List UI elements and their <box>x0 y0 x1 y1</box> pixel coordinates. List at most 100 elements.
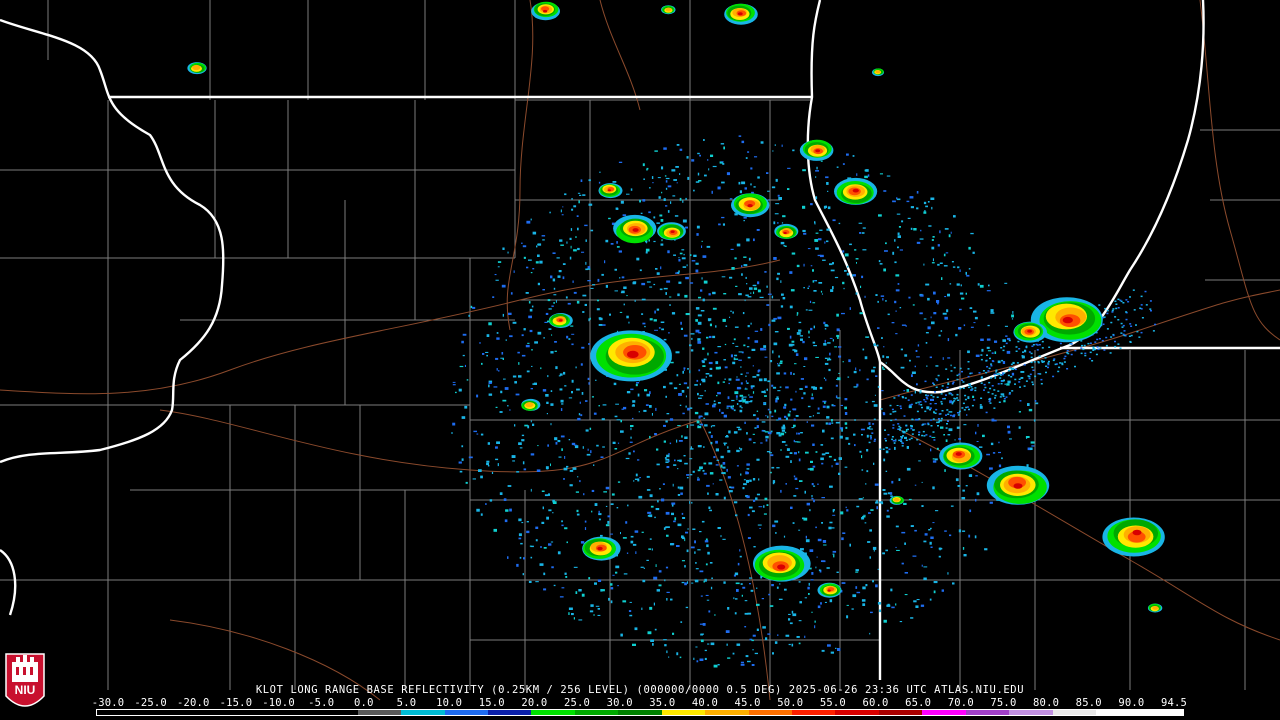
echo-pixel <box>910 206 914 209</box>
echo-pixel <box>672 195 676 197</box>
echo-pixel <box>791 252 796 255</box>
colorbar-tick-label: 60.0 <box>862 697 889 709</box>
echo-pixel <box>810 327 813 331</box>
echo-pixel <box>642 163 645 167</box>
echo-pixel <box>684 582 687 586</box>
echo-pixel <box>1066 352 1069 354</box>
echo-pixel <box>929 598 932 601</box>
echo-pixel <box>683 382 688 385</box>
echo-pixel <box>845 506 847 509</box>
echo-pixel <box>550 390 553 392</box>
colorbar-tick-labels: -30.0 -25.0 -20.0 -15.0 -10.0 -5.0 0.0 5.0 10.0 1… <box>0 697 1280 709</box>
echo-pixel <box>1092 346 1095 348</box>
echo-pixel <box>934 458 938 461</box>
echo-pixel <box>663 639 667 641</box>
echo-pixel <box>462 333 467 336</box>
echo-pixel <box>747 513 750 517</box>
echo-pixel <box>758 506 763 508</box>
echo-pixel <box>486 334 490 337</box>
echo-pixel <box>930 527 932 530</box>
echo-pixel <box>518 442 522 445</box>
echo-pixel <box>655 407 657 411</box>
echo-pixel <box>891 438 894 441</box>
echo-pixel <box>992 452 996 454</box>
echo-pixel <box>539 563 544 566</box>
echo-pixel <box>798 529 801 531</box>
echo-pixel <box>916 383 918 386</box>
echo-pixel <box>1011 372 1015 376</box>
echo-pixel <box>1026 464 1029 467</box>
echo-pixel <box>579 194 582 196</box>
echo-pixel <box>885 242 887 245</box>
echo-pixel <box>899 405 902 407</box>
echo-pixel <box>736 449 740 453</box>
echo-pixel <box>588 343 591 345</box>
echo-pixel <box>904 542 906 545</box>
echo-pixel <box>937 263 940 266</box>
echo-pixel <box>1014 368 1017 371</box>
echo-pixel <box>779 386 782 388</box>
echo-pixel <box>998 401 1001 403</box>
echo-pixel <box>644 325 646 328</box>
echo-pixel <box>750 292 752 294</box>
echo-pixel <box>787 167 791 169</box>
echo-pixel <box>853 274 856 277</box>
echo-pixel <box>562 206 564 208</box>
echo-pixel <box>769 605 774 607</box>
echo-pixel <box>751 191 754 194</box>
echo-pixel <box>653 283 656 286</box>
echo-pixel <box>900 366 905 369</box>
echo-pixel <box>754 652 758 655</box>
echo-pixel <box>753 291 755 294</box>
echo-pixel <box>719 479 723 481</box>
echo-pixel <box>642 322 646 325</box>
echo-pixel <box>616 507 619 509</box>
echo-pixel <box>891 436 894 438</box>
echo-pixel <box>637 478 640 482</box>
echo-pixel <box>746 468 750 470</box>
echo-pixel <box>792 149 795 152</box>
echo-pixel <box>855 367 857 371</box>
echo-pixel <box>494 274 497 276</box>
echo-pixel <box>809 467 814 471</box>
echo-pixel <box>703 580 705 583</box>
echo-pixel <box>1057 370 1060 373</box>
echo-pixel <box>679 486 684 490</box>
echo-pixel <box>732 652 735 655</box>
echo-pixel <box>699 383 701 386</box>
echo-pixel <box>905 424 908 427</box>
echo-pixel <box>935 510 939 512</box>
storm-cell <box>548 313 573 328</box>
colorbar-tick-label: -15.0 <box>219 697 253 709</box>
echo-pixel <box>813 345 817 347</box>
echo-pixel <box>846 509 849 512</box>
echo-pixel <box>961 379 964 381</box>
echo-pixel <box>868 512 871 514</box>
echo-pixel <box>539 260 543 264</box>
echo-pixel <box>824 328 827 330</box>
echo-pixel <box>1129 296 1131 298</box>
echo-pixel <box>806 421 808 423</box>
echo-pixel <box>900 440 903 442</box>
echo-pixel <box>946 386 949 389</box>
echo-pixel <box>745 387 747 389</box>
echo-pixel <box>740 373 743 375</box>
echo-pixel <box>561 520 563 523</box>
echo-pixel <box>1011 318 1014 320</box>
echo-pixel <box>601 418 605 421</box>
echo-pixel <box>488 382 492 384</box>
echo-pixel <box>858 498 863 500</box>
echo-pixel <box>528 315 532 319</box>
echo-pixel <box>708 361 713 365</box>
colorbar-tick-label: -30.0 <box>91 697 125 709</box>
echo-pixel <box>836 328 840 332</box>
echo-pixel <box>599 171 601 173</box>
echo-pixel <box>675 351 680 354</box>
echo-pixel <box>827 190 829 192</box>
echo-pixel <box>731 267 735 270</box>
echo-pixel <box>528 301 531 304</box>
echo-pixel <box>550 463 551 467</box>
echo-pixel <box>706 599 710 601</box>
echo-pixel <box>994 351 997 354</box>
echo-pixel <box>746 283 748 285</box>
